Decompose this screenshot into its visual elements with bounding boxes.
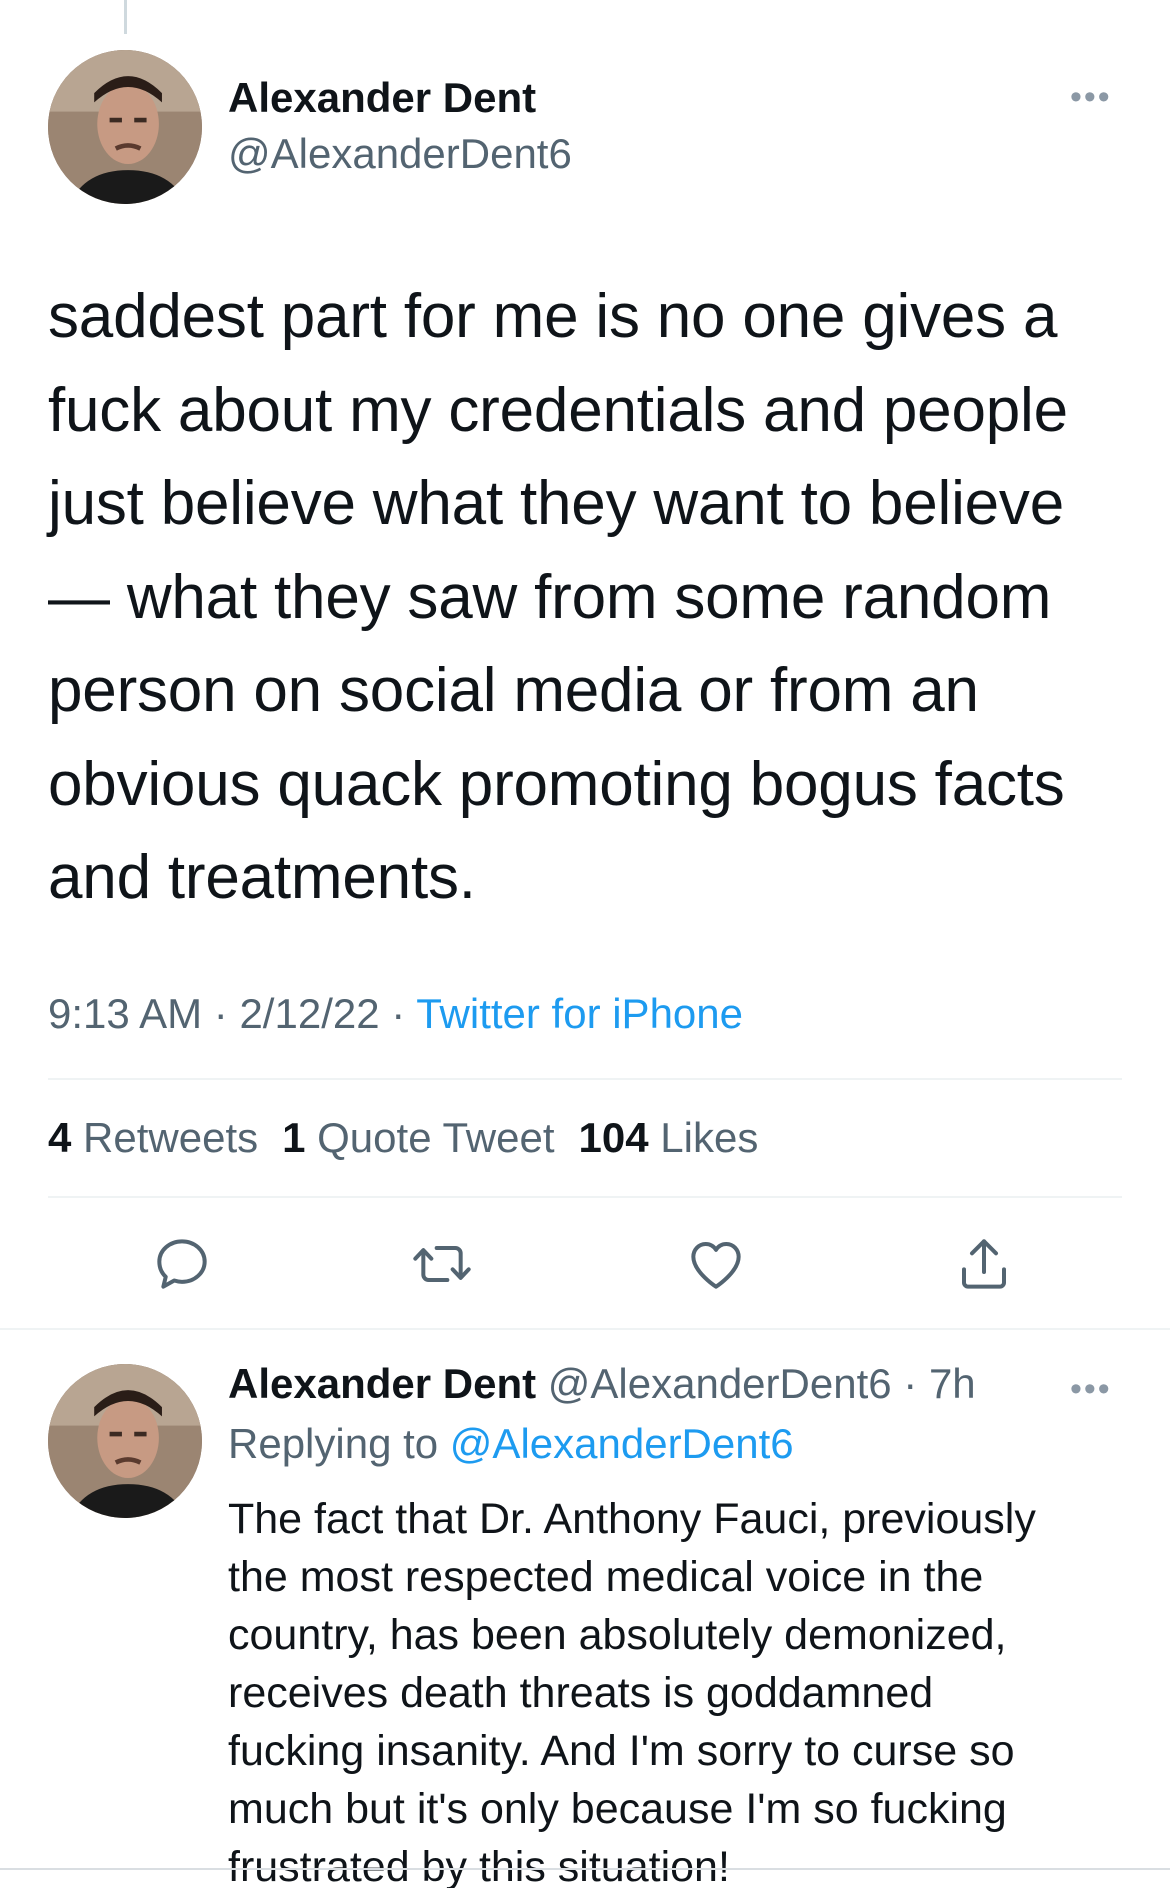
reply-text-line: country, has been absolutely demonized, (228, 1611, 1007, 1659)
avatar-photo (48, 1364, 202, 1518)
reply-text-line: frustrated by this situation! (228, 1843, 730, 1888)
author-handle[interactable]: @AlexanderDent6 (228, 130, 572, 178)
reply-text-line: much but it's only because I'm so fuckin… (228, 1785, 1007, 1833)
quotes-label: Quote Tweet (317, 1114, 555, 1161)
quotes-count: 1 (282, 1114, 306, 1161)
bottom-divider (0, 1868, 1170, 1870)
tweet-text-line: — what they saw from some random (48, 562, 1052, 632)
retweet-icon (413, 1246, 471, 1282)
tweet-text-line: obvious quack promoting bogus facts (48, 749, 1065, 819)
avatar[interactable] (48, 50, 202, 204)
retweets-stat[interactable]: 4 Retweets (48, 1114, 258, 1162)
heart-icon (691, 1242, 741, 1289)
meta-separator: · (213, 990, 228, 1037)
author-name[interactable]: Alexander Dent (228, 1360, 536, 1407)
replying-to: Replying to @AlexanderDent6 (228, 1420, 794, 1468)
replying-mention-link[interactable]: @AlexanderDent6 (450, 1420, 794, 1467)
tweet-text: saddest part for me is no one gives a fu… (48, 270, 1128, 925)
quote-tweets-stat[interactable]: 1 Quote Tweet (282, 1114, 554, 1162)
tweet-time[interactable]: 9:13 AM (48, 990, 202, 1037)
replying-prefix: Replying to (228, 1420, 439, 1467)
avatar-photo (48, 50, 202, 204)
more-options-icon[interactable]: ••• (1070, 78, 1112, 117)
tweet-text-line: person on social media or from an (48, 656, 979, 725)
tweet-age[interactable]: 7h (929, 1360, 976, 1407)
retweet-button[interactable] (410, 1232, 474, 1296)
reply-icon (157, 1239, 207, 1289)
tweet-text-line: fuck about my credentials and people (48, 375, 1068, 445)
tweet-text-line: just believe what they want to believe (48, 469, 1065, 538)
retweets-count: 4 (48, 1114, 72, 1161)
main-tweet: Alexander Dent @AlexanderDent6 ••• sadde… (0, 0, 1170, 1328)
author-name[interactable]: Alexander Dent (228, 74, 536, 122)
reply-header: Alexander Dent @AlexanderDent6 · 7h (228, 1360, 976, 1408)
likes-stat[interactable]: 104 Likes (579, 1114, 759, 1162)
divider (48, 1078, 1122, 1080)
reply-tweet[interactable]: Alexander Dent @AlexanderDent6 · 7h ••• … (0, 1330, 1170, 1888)
reply-text-line: fucking insanity. And I'm sorry to curse… (228, 1727, 1015, 1775)
reply-text-line: receives death threats is goddamned (228, 1669, 934, 1717)
likes-count: 104 (578, 1114, 649, 1161)
tweet-date[interactable]: 2/12/22 (239, 990, 379, 1037)
reply-button[interactable] (150, 1232, 214, 1296)
share-icon (962, 1239, 1006, 1289)
meta-separator: · (903, 1360, 918, 1407)
likes-label: Likes (660, 1114, 759, 1161)
reply-text-line: The fact that Dr. Anthony Fauci, previou… (228, 1495, 1036, 1543)
like-button[interactable] (684, 1232, 748, 1296)
share-button[interactable] (952, 1232, 1016, 1296)
tweet-source-link[interactable]: Twitter for iPhone (416, 990, 743, 1037)
retweets-label: Retweets (83, 1114, 259, 1161)
reply-text: The fact that Dr. Anthony Fauci, previou… (228, 1490, 1128, 1888)
meta-separator: · (391, 990, 406, 1037)
tweet-text-line: saddest part for me is no one gives a (48, 282, 1058, 351)
avatar[interactable] (48, 1364, 202, 1518)
tweet-metadata: 9:13 AM · 2/12/22 · Twitter for iPhone (48, 990, 743, 1038)
reply-text-line: the most respected medical voice in the (228, 1553, 984, 1601)
author-handle[interactable]: @AlexanderDent6 (548, 1360, 892, 1407)
divider (48, 1196, 1122, 1198)
tweet-stats: 4 Retweets 1 Quote Tweet 104 Likes (48, 1114, 758, 1162)
tweet-text-line: and treatments. (48, 843, 476, 912)
more-options-icon[interactable]: ••• (1070, 1370, 1112, 1409)
